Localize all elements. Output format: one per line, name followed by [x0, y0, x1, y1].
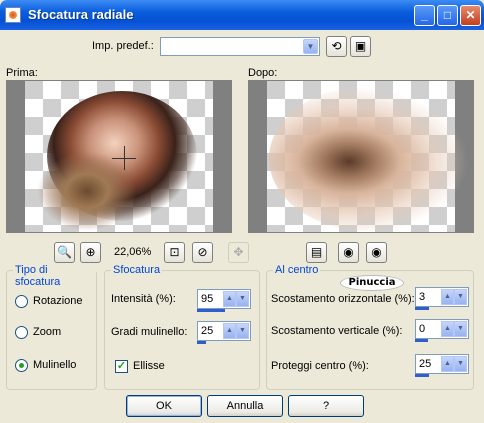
blur-legend: Sfocatura — [111, 264, 163, 276]
h-offset-value: 3 — [419, 291, 426, 303]
watermark-badge: Pinuccia — [340, 275, 404, 291]
pan-button[interactable]: ✥ — [228, 242, 249, 263]
intensity-slider[interactable] — [197, 309, 225, 312]
center-crosshair[interactable] — [124, 146, 125, 170]
v-offset-label: Scostamento verticale (%): — [271, 325, 403, 337]
preview-margin — [213, 81, 231, 232]
v-offset-slider[interactable] — [415, 339, 428, 342]
before-label: Prima: — [6, 67, 38, 79]
twist-slider[interactable] — [197, 341, 206, 344]
magnifier-plus-icon: ⊕ — [85, 245, 96, 259]
auto-proof-button[interactable]: ◉ — [366, 242, 387, 263]
move-icon: ✥ — [233, 245, 244, 259]
protect-center-spinner[interactable]: 25 ▲ ▼ — [415, 354, 469, 374]
zoom-100-button[interactable]: ⊘ — [192, 242, 213, 263]
cancel-button[interactable]: Annulla — [207, 395, 283, 417]
chevron-down-icon[interactable]: ▼ — [303, 39, 318, 54]
spin-up-icon[interactable]: ▲ — [223, 291, 236, 307]
maximize-button[interactable]: □ — [437, 5, 458, 26]
source-image-detail — [37, 151, 137, 231]
before-preview[interactable] — [6, 80, 232, 233]
save-preset-button[interactable]: ▣ — [350, 36, 371, 57]
zoom-fit-button[interactable]: ⊡ — [164, 242, 185, 263]
preview-window-icon: ▤ — [310, 245, 323, 259]
magnifier-icon: ⊘ — [197, 245, 208, 259]
spin-down-icon[interactable]: ▼ — [454, 321, 467, 337]
protect-center-label: Proteggi centro (%): — [271, 360, 369, 372]
ellipse-label[interactable]: Ellisse — [133, 360, 165, 372]
v-offset-value: 0 — [419, 323, 426, 335]
load-preset-button[interactable]: ⟲ — [326, 36, 347, 57]
spin-up-icon[interactable]: ▲ — [223, 323, 236, 339]
twist-value: 25 — [201, 325, 214, 337]
app-icon[interactable] — [5, 7, 21, 23]
h-offset-slider[interactable] — [415, 307, 429, 310]
eye-lock-icon: ◉ — [371, 245, 382, 259]
spin-down-icon[interactable]: ▼ — [454, 289, 467, 305]
radio-zoom[interactable] — [15, 326, 28, 339]
preview-margin — [249, 81, 267, 232]
protect-center-value: 25 — [419, 358, 432, 370]
zoom-out-button[interactable]: 🔍 — [54, 242, 75, 263]
minimize-button[interactable]: _ — [414, 5, 435, 26]
spin-up-icon[interactable]: ▲ — [441, 321, 454, 337]
checkmark-icon: ✓ — [116, 360, 127, 372]
window-title: Sfocatura radiale — [28, 7, 134, 22]
preset-label: Imp. predef.: — [92, 40, 154, 52]
spin-down-icon[interactable]: ▼ — [454, 356, 467, 372]
radio-swirl-label[interactable]: Mulinello — [33, 359, 76, 371]
v-offset-spinner[interactable]: 0 ▲ ▼ — [415, 319, 469, 339]
blur-type-group: Tipo di sfocatura Rotazione Zoom Mulinel… — [6, 264, 97, 390]
floppy-disk-icon: ▣ — [354, 39, 367, 53]
fit-icon: ⊡ — [169, 245, 180, 259]
radio-rotation[interactable] — [15, 295, 28, 308]
preview-margin — [7, 81, 25, 232]
reset-arrow-icon: ⟲ — [331, 39, 342, 53]
h-offset-label: Scostamento orizzontale (%): — [271, 293, 415, 305]
eye-icon: ◉ — [343, 245, 354, 259]
ellipse-checkbox[interactable]: ✓ — [115, 360, 128, 373]
magnifier-minus-icon: 🔍 — [57, 245, 72, 259]
help-button[interactable]: ? — [288, 395, 364, 417]
preset-select[interactable]: ▼ — [160, 37, 320, 56]
center-legend: Al centro — [273, 264, 321, 276]
intensity-label: Intensità (%): — [111, 293, 176, 305]
intensity-value: 95 — [201, 293, 214, 305]
radio-rotation-label[interactable]: Rotazione — [33, 295, 83, 307]
spin-down-icon[interactable]: ▼ — [236, 323, 249, 339]
twist-label: Gradi mulinello: — [111, 326, 188, 338]
spin-down-icon[interactable]: ▼ — [236, 291, 249, 307]
intensity-spinner[interactable]: 95 ▲ ▼ — [197, 289, 251, 309]
blur-group: Sfocatura Intensità (%): 95 ▲ ▼ Gradi mul… — [104, 264, 260, 390]
radio-swirl[interactable] — [15, 359, 28, 372]
h-offset-spinner[interactable]: 3 ▲ ▼ — [415, 287, 469, 307]
spin-up-icon[interactable]: ▲ — [441, 356, 454, 372]
twist-spinner[interactable]: 25 ▲ ▼ — [197, 321, 251, 341]
after-label: Dopo: — [248, 67, 278, 79]
result-image — [269, 86, 469, 231]
close-button[interactable]: ✕ — [460, 5, 481, 26]
after-preview — [248, 80, 474, 233]
ok-button[interactable]: OK — [126, 395, 202, 417]
blur-type-legend: Tipo di sfocatura — [13, 264, 96, 288]
zoom-in-button[interactable]: ⊕ — [80, 242, 101, 263]
radio-zoom-label[interactable]: Zoom — [33, 326, 61, 338]
spin-up-icon[interactable]: ▲ — [441, 289, 454, 305]
proof-button[interactable]: ◉ — [338, 242, 359, 263]
protect-center-slider[interactable] — [415, 374, 429, 377]
title-bar[interactable]: Sfocatura radiale _ □ ✕ — [0, 0, 484, 30]
zoom-level: 22,06% — [114, 246, 152, 258]
toggle-preview-button[interactable]: ▤ — [306, 242, 327, 263]
